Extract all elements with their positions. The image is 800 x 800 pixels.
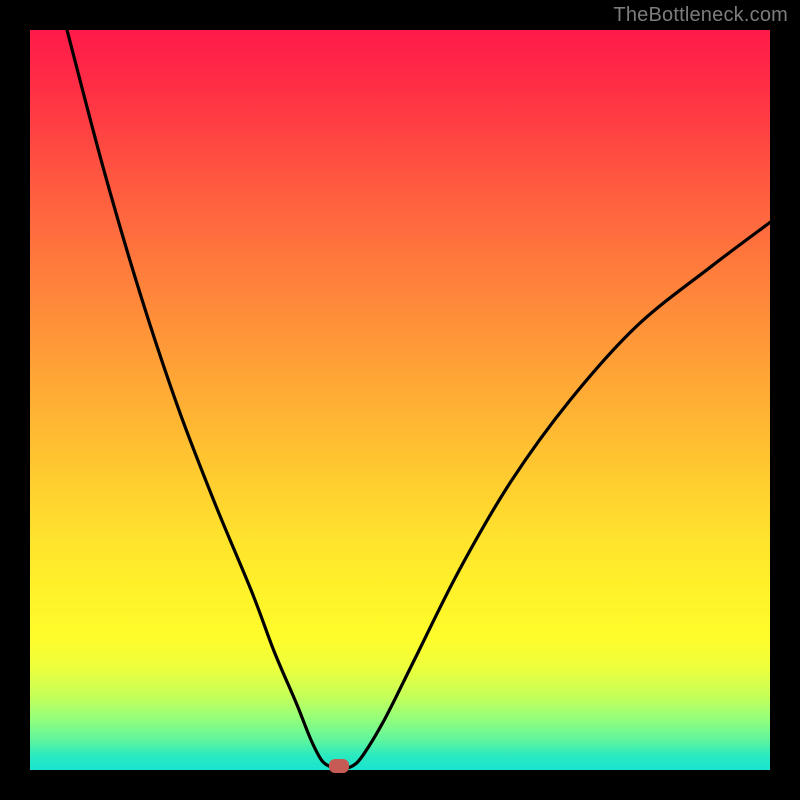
curve-svg	[30, 30, 770, 770]
plot-area	[30, 30, 770, 770]
bottleneck-curve	[67, 30, 770, 769]
watermark-text: TheBottleneck.com	[613, 4, 788, 27]
chart-frame: TheBottleneck.com	[0, 0, 800, 800]
optimal-marker	[329, 759, 349, 773]
